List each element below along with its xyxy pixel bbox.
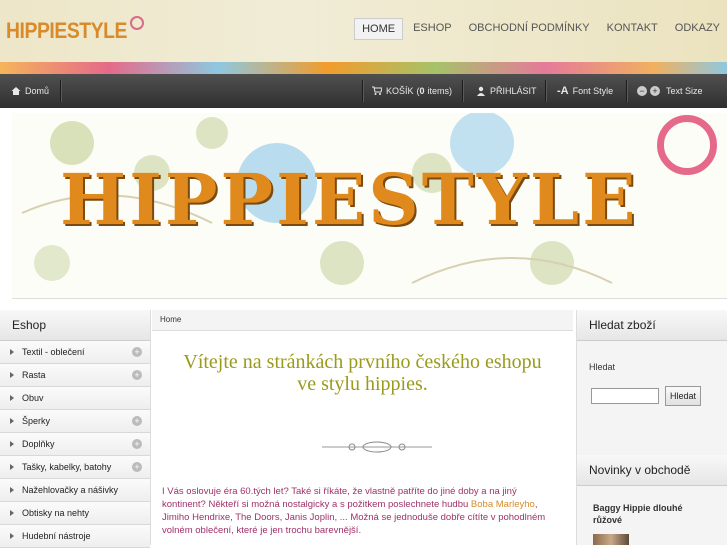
category-label: Textil - oblečení <box>22 347 85 357</box>
category-label: Nažehlovačky a nášivky <box>22 485 119 495</box>
category-item[interactable]: Obuv <box>0 387 150 410</box>
category-item[interactable]: Šperky + <box>0 410 150 433</box>
toolbar: Domů KOŠÍK (0 items) PŘIHLÁSIT -A Font St… <box>0 74 727 108</box>
toolbar-home[interactable]: Domů <box>11 74 49 108</box>
category-item[interactable]: Obtisky na nehty <box>0 502 150 525</box>
arrow-right-icon <box>10 464 14 470</box>
intro-paragraph: I Vás oslovuje éra 60.tých let? Také si … <box>162 485 562 537</box>
category-label: Šperky <box>22 416 51 426</box>
login-label: PŘIHLÁSIT <box>490 86 537 96</box>
nav-links[interactable]: ODKAZY <box>668 18 727 40</box>
cart-count: 0 <box>419 86 425 96</box>
arrow-right-icon <box>10 349 14 355</box>
expand-plus-icon[interactable]: + <box>132 416 142 426</box>
search-heading: Hledat zboží <box>577 310 727 341</box>
cart-icon <box>372 86 382 95</box>
home-icon <box>11 87 21 95</box>
toolbar-text-size: − + Text Size <box>637 74 703 108</box>
right-sidebar: Hledat zboží Hledat Hledat Novinky v obc… <box>576 310 727 545</box>
ornament-divider <box>322 441 432 453</box>
toolbar-divider <box>362 80 364 102</box>
site-header: HIPPIESTYLE HOME ESHOP OBCHODNÍ PODMÍNKY… <box>0 0 727 62</box>
toolbar-divider <box>545 80 547 102</box>
banner-title: HIPPIESTYLE <box>60 158 639 241</box>
arrow-right-icon <box>10 533 14 539</box>
peace-icon <box>130 16 144 30</box>
category-label: Obtisky na nehty <box>22 508 90 518</box>
arrow-right-icon <box>10 395 14 401</box>
main-content: Home Vítejte na stránkách prvního českéh… <box>152 310 573 545</box>
user-icon <box>477 86 485 96</box>
font-style-icon: -A <box>557 85 569 97</box>
nav-home[interactable]: HOME <box>354 18 404 40</box>
peace-sign-icon <box>657 115 717 175</box>
news-heading: Novinky v obchodě <box>577 455 727 486</box>
welcome-heading: Vítejte na stránkách prvního českého esh… <box>152 351 573 395</box>
floral-strip <box>0 62 727 74</box>
toolbar-font-style[interactable]: -A Font Style <box>557 74 613 108</box>
nav-eshop[interactable]: ESHOP <box>406 18 459 40</box>
category-item[interactable]: Doplňky + <box>0 433 150 456</box>
nav-terms[interactable]: OBCHODNÍ PODMÍNKY <box>462 18 597 40</box>
breadcrumb: Home <box>152 310 573 331</box>
category-item[interactable]: Nažehlovačky a nášivky <box>0 479 150 502</box>
hero-banner: HIPPIESTYLE <box>12 113 727 299</box>
intro-text-1: I Vás oslovuje éra 60.tých let? Také si … <box>162 486 517 510</box>
text-size-increase-icon[interactable]: + <box>650 86 660 96</box>
category-item[interactable]: Textil - oblečení + <box>0 341 150 364</box>
text-size-decrease-icon[interactable]: − <box>637 86 647 96</box>
cart-close-paren: ) <box>449 86 453 96</box>
search-label: Hledat <box>589 362 616 372</box>
toolbar-divider <box>462 80 464 102</box>
category-label: Tašky, kabelky, batohy <box>22 462 112 472</box>
arrow-right-icon <box>10 487 14 493</box>
font-style-label: Font Style <box>572 86 614 96</box>
arrow-right-icon <box>10 510 14 516</box>
toolbar-home-label: Domů <box>25 86 50 96</box>
intro-highlight-link[interactable]: Boba Marleyho <box>471 499 535 510</box>
category-label: Doplňky <box>22 439 55 449</box>
search-input[interactable] <box>591 388 659 404</box>
expand-plus-icon[interactable]: + <box>132 347 142 357</box>
news-section: Novinky v obchodě <box>577 455 727 486</box>
toolbar-divider <box>626 80 628 102</box>
cart-label: KOŠÍK <box>386 86 414 96</box>
news-item-thumbnail[interactable] <box>593 534 629 545</box>
category-label: Obuv <box>22 393 44 403</box>
toolbar-login[interactable]: PŘIHLÁSIT <box>476 74 537 108</box>
category-label: Rasta <box>22 370 46 380</box>
category-item[interactable]: Rasta + <box>0 364 150 387</box>
top-navigation: HOME ESHOP OBCHODNÍ PODMÍNKY KONTAKT ODK… <box>351 18 727 40</box>
news-item-title[interactable]: Baggy Hippie dlouhé růžové <box>593 502 713 526</box>
arrow-right-icon <box>10 372 14 378</box>
arrow-right-icon <box>10 441 14 447</box>
cart-items-label: items <box>427 86 450 96</box>
expand-plus-icon[interactable]: + <box>132 370 142 380</box>
toolbar-cart[interactable]: KOŠÍK (0 items) <box>372 74 452 108</box>
site-logo[interactable]: HIPPIESTYLE <box>6 18 127 44</box>
category-label: Hudební nástroje <box>22 531 91 541</box>
welcome-line-1: Vítejte na stránkách prvního českého esh… <box>183 351 542 373</box>
category-item[interactable]: Tašky, kabelky, batohy + <box>0 456 150 479</box>
search-button[interactable]: Hledat <box>665 386 701 406</box>
toolbar-divider <box>60 80 62 102</box>
expand-plus-icon[interactable]: + <box>132 439 142 449</box>
eshop-heading: Eshop <box>0 310 150 341</box>
arrow-right-icon <box>10 418 14 424</box>
welcome-line-2: ve stylu hippies. <box>297 373 428 395</box>
breadcrumb-home[interactable]: Home <box>160 315 181 324</box>
nav-contact[interactable]: KONTAKT <box>600 18 665 40</box>
expand-plus-icon[interactable]: + <box>132 462 142 472</box>
text-size-label: Text Size <box>666 86 703 96</box>
eshop-sidebar: Eshop Textil - oblečení + Rasta + Obuv Špe… <box>0 310 151 548</box>
